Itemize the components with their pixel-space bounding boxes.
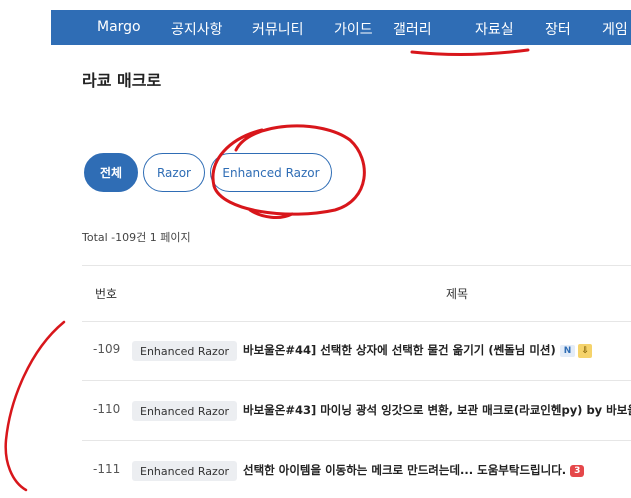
nav-item-margo[interactable]: Margo: [97, 19, 141, 35]
nav-item-community[interactable]: 커뮤니티: [252, 19, 304, 39]
table-row[interactable]: -111 Enhanced Razor 선택한 아이템을 이동하는 메크로 만드…: [82, 442, 631, 498]
nav-item-market[interactable]: 장터: [545, 19, 571, 39]
comment-count-badge: 3: [570, 464, 585, 477]
row-number: -111: [93, 462, 121, 476]
category-tag[interactable]: Enhanced Razor: [132, 341, 238, 361]
arc-annotation: [4, 320, 66, 492]
post-title-text[interactable]: 선택한 아이템을 이동하는 메크로 만드려는데... 도움부탁드립니다.: [243, 463, 566, 477]
new-badge: N: [559, 344, 576, 357]
column-header-number: 번호: [95, 287, 118, 301]
filter-razor-button[interactable]: Razor: [143, 153, 205, 192]
post-title-link[interactable]: 바보울온#44] 선택한 상자에 선택한 물건 옮기기 (쎈돌님 미션) N ⇩: [243, 342, 593, 358]
nav-item-gallery[interactable]: 갤러리: [393, 19, 432, 39]
nav-item-notices[interactable]: 공지사항: [171, 19, 223, 39]
download-icon: ⇩: [578, 343, 593, 358]
row-divider: [82, 440, 631, 441]
post-title-text[interactable]: 바보울온#44] 선택한 상자에 선택한 물건 옮기기 (쎈돌님 미션): [243, 343, 556, 357]
nav-item-guide[interactable]: 가이드: [334, 19, 373, 39]
category-tag[interactable]: Enhanced Razor: [132, 401, 238, 421]
nav-item-game[interactable]: 게임: [602, 19, 628, 39]
table-row[interactable]: -109 Enhanced Razor 바보울온#44] 선택한 상자에 선택한…: [82, 322, 631, 380]
table-top-border: [82, 265, 631, 266]
row-divider: [82, 380, 631, 381]
nav-item-resources[interactable]: 자료실: [475, 19, 514, 39]
filter-all-button[interactable]: 전체: [84, 153, 138, 192]
post-title-link[interactable]: 바보울온#43] 마이닝 광석 잉갓으로 변환, 보관 매크로(라쿄인헨py) …: [243, 402, 631, 418]
row-number: -110: [93, 402, 121, 416]
total-count: Total -109건 1 페이지: [82, 231, 191, 244]
category-tag[interactable]: Enhanced Razor: [132, 461, 238, 481]
table-row[interactable]: -110 Enhanced Razor 바보울온#43] 마이닝 광석 잉갓으로…: [82, 382, 631, 440]
post-title-link[interactable]: 선택한 아이템을 이동하는 메크로 만드려는데... 도움부탁드립니다. 3: [243, 462, 585, 478]
underline-annotation: [410, 48, 530, 56]
filter-enhanced-razor-button[interactable]: Enhanced Razor: [210, 153, 332, 192]
top-navigation-bar: Margo 공지사항 커뮤니티 가이드 갤러리 자료실 장터 게임: [51, 10, 631, 45]
column-header-title: 제목: [446, 287, 469, 301]
row-number: -109: [93, 342, 121, 356]
page-title: 라쿄 매크로: [82, 71, 162, 90]
